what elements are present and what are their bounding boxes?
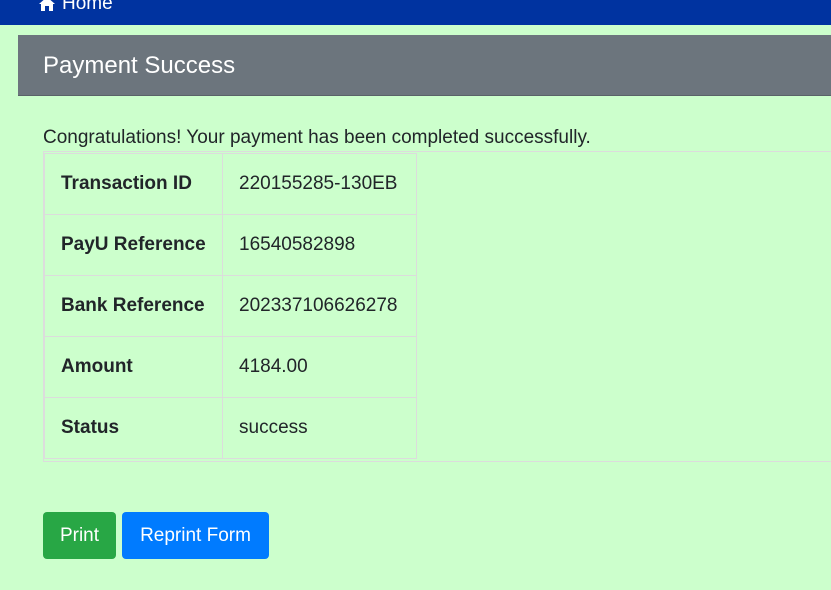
print-button[interactable]: Print — [43, 512, 116, 559]
home-icon — [38, 0, 56, 12]
row-value: 16540582898 — [222, 214, 417, 276]
payment-details-table: Transaction ID 220155285-130EB PayU Refe… — [44, 153, 417, 459]
success-message: Congratulations! Your payment has been c… — [43, 127, 591, 148]
row-label: Bank Reference — [44, 275, 223, 337]
row-value: 4184.00 — [222, 336, 417, 398]
row-value: success — [222, 397, 417, 459]
table-row: Transaction ID 220155285-130EB — [44, 153, 417, 215]
row-label: Amount — [44, 336, 223, 398]
top-navbar: Home — [0, 0, 831, 25]
row-label: Transaction ID — [44, 153, 223, 215]
reprint-form-button[interactable]: Reprint Form — [122, 512, 269, 559]
row-label: PayU Reference — [44, 214, 223, 276]
row-label: Status — [44, 397, 223, 459]
table-row: Amount 4184.00 — [44, 336, 417, 398]
home-link-label: Home — [62, 0, 113, 14]
row-value: 220155285-130EB — [222, 153, 417, 215]
page-title: Payment Success — [43, 52, 236, 79]
card-header: Payment Success — [18, 35, 831, 96]
table-row: Status success — [44, 397, 417, 459]
table-row: PayU Reference 16540582898 — [44, 214, 417, 276]
table-row: Bank Reference 202337106626278 — [44, 275, 417, 337]
home-link[interactable]: Home — [38, 0, 113, 16]
row-value: 202337106626278 — [222, 275, 417, 337]
